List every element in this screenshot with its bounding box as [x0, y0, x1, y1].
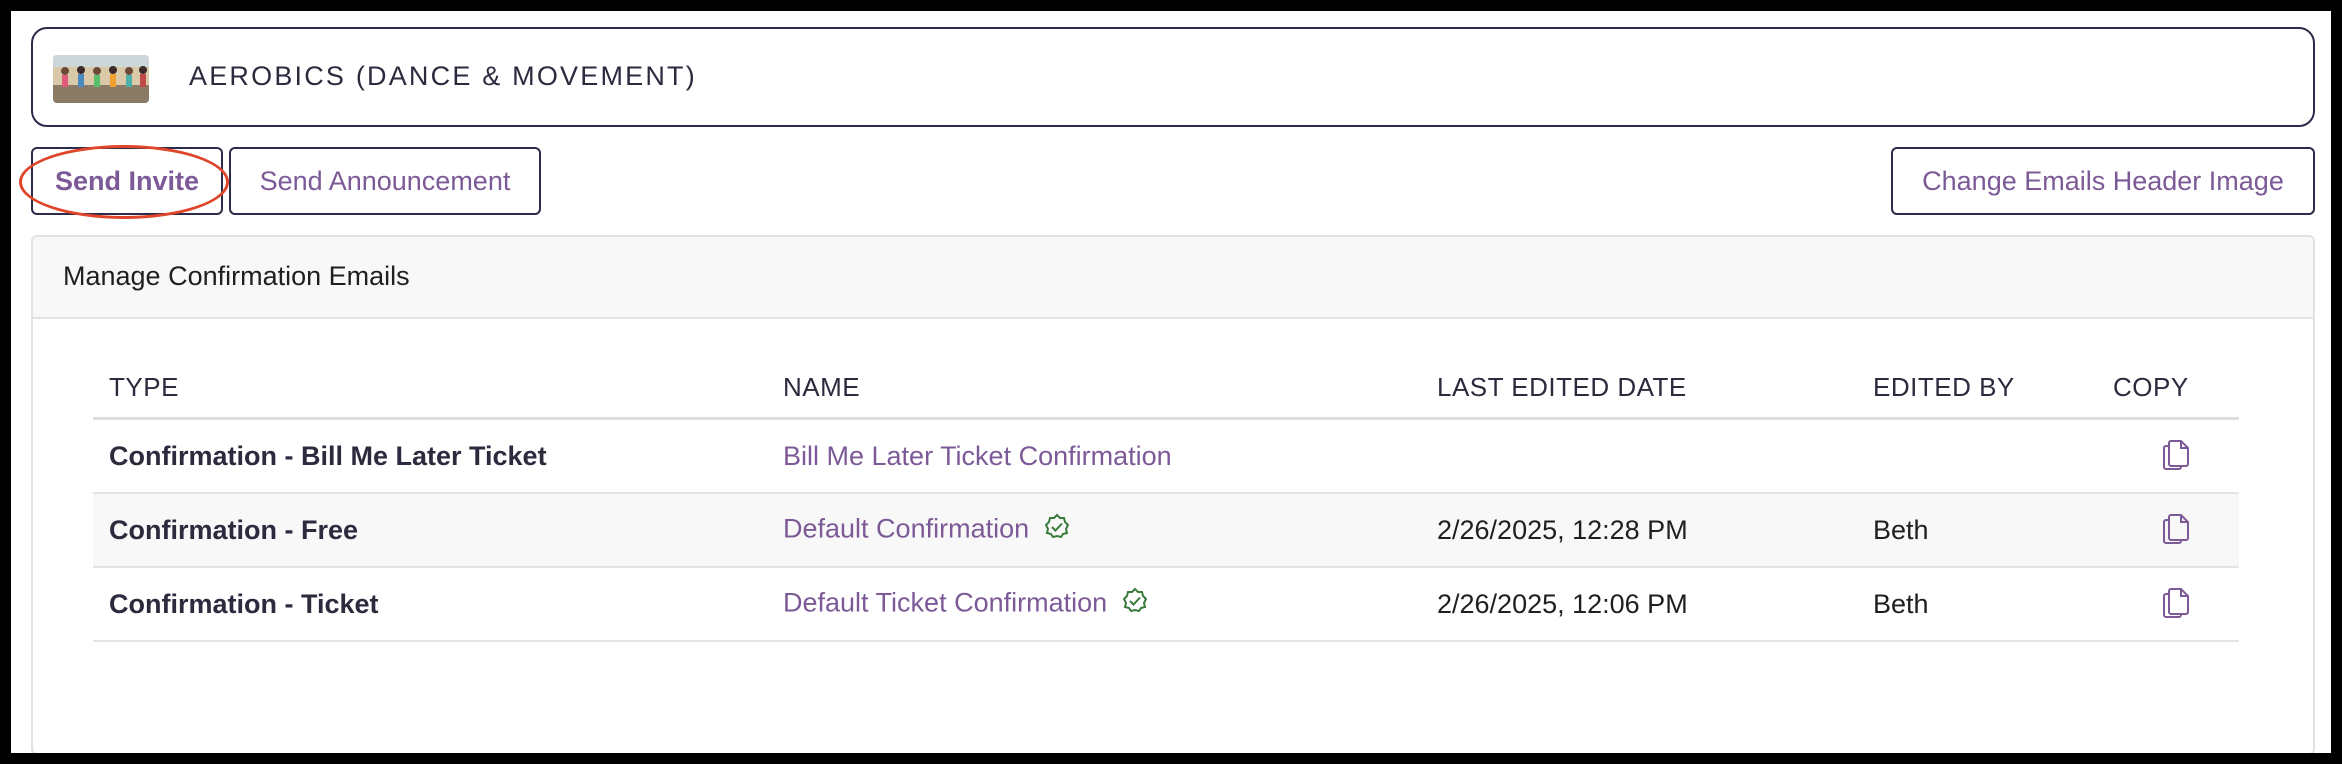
edited-by	[1857, 418, 2097, 494]
last-edited-date: 2/26/2025, 12:06 PM	[1421, 567, 1857, 642]
email-type: Confirmation - Ticket	[93, 567, 767, 642]
table-header-row: TYPE NAME LAST EDITED DATE EDITED BY COP…	[93, 357, 2239, 420]
email-name-link[interactable]: Bill Me Later Ticket Confirmation	[783, 441, 1172, 471]
email-type: Confirmation - Free	[93, 493, 767, 568]
event-thumbnail	[53, 55, 149, 103]
column-header-edited-by: EDITED BY	[1857, 357, 2097, 420]
panel-header: Manage Confirmation Emails	[33, 237, 2313, 319]
email-type: Confirmation - Bill Me Later Ticket	[93, 418, 767, 494]
send-announcement-button[interactable]: Send Announcement	[229, 147, 541, 215]
default-verified-icon	[1121, 587, 1149, 622]
copy-icon[interactable]	[2160, 435, 2192, 478]
table-row: Confirmation - Free Default Confirmation…	[93, 493, 2239, 568]
column-header-copy: COPY	[2097, 357, 2239, 420]
edited-by: Beth	[1857, 567, 2097, 642]
table-row: Confirmation - Ticket Default Ticket Con…	[93, 567, 2239, 642]
last-edited-date	[1421, 418, 1857, 494]
email-name-link[interactable]: Default Confirmation	[783, 513, 1029, 543]
copy-icon[interactable]	[2160, 509, 2192, 552]
confirmation-emails-panel: Manage Confirmation Emails TYPE NAME LAS…	[31, 235, 2315, 753]
event-title: AEROBICS (DANCE & MOVEMENT)	[189, 61, 697, 91]
event-header-card: AEROBICS (DANCE & MOVEMENT)	[31, 27, 2315, 127]
column-header-type: TYPE	[93, 357, 767, 420]
edited-by: Beth	[1857, 493, 2097, 568]
column-header-last-edited-date: LAST EDITED DATE	[1421, 357, 1857, 420]
email-name-link[interactable]: Default Ticket Confirmation	[783, 587, 1107, 617]
table-row: Confirmation - Bill Me Later Ticket Bill…	[93, 418, 2239, 494]
panel-title: Manage Confirmation Emails	[63, 261, 410, 291]
column-header-name: NAME	[767, 357, 1421, 420]
last-edited-date: 2/26/2025, 12:28 PM	[1421, 493, 1857, 568]
page: AEROBICS (DANCE & MOVEMENT) Send Invite …	[11, 11, 2331, 753]
copy-icon[interactable]	[2160, 583, 2192, 626]
default-verified-icon	[1043, 513, 1071, 548]
change-emails-header-image-button[interactable]: Change Emails Header Image	[1891, 147, 2315, 215]
confirmation-emails-table: TYPE NAME LAST EDITED DATE EDITED BY COP…	[93, 357, 2239, 642]
send-invite-button[interactable]: Send Invite	[31, 147, 223, 215]
